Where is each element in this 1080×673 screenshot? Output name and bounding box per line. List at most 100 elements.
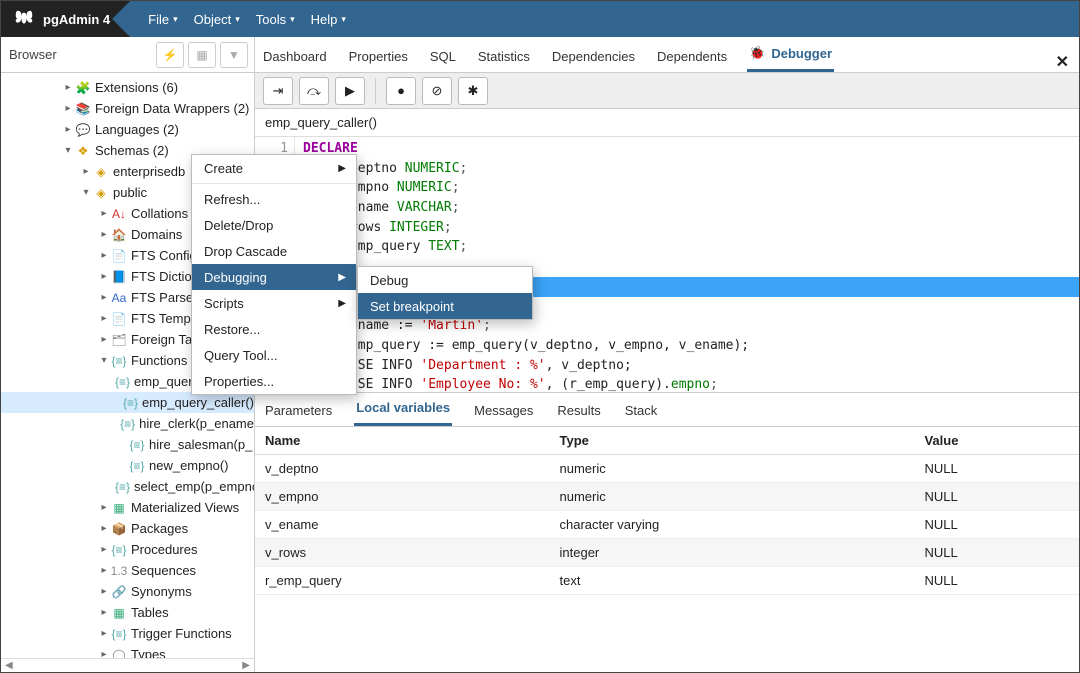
tree-twisty-icon[interactable]: ▾ — [97, 355, 111, 366]
tree-node[interactable]: {≡}new_empno() — [1, 455, 254, 476]
tree-node[interactable]: ▸🧩Extensions (6) — [1, 77, 254, 98]
menu-item-set-breakpoint[interactable]: Set breakpoint — [358, 293, 532, 319]
tree-twisty-icon[interactable]: ▾ — [61, 145, 75, 156]
tree-node[interactable]: ▸1.3Sequences — [1, 560, 254, 581]
code-line[interactable]: v_rows INTEGER; — [303, 218, 1079, 238]
tree-twisty-icon[interactable]: ▸ — [97, 607, 111, 618]
tree-node[interactable]: {≡}hire_clerk(p_ename — [1, 413, 254, 434]
menu-help[interactable]: Help▾ — [311, 12, 346, 27]
code-line[interactable]: v_empno NUMERIC; — [303, 178, 1079, 198]
tab-debugger[interactable]: 🐞 Debugger — [747, 39, 834, 72]
tree-node[interactable]: {≡}hire_salesman(p_ — [1, 434, 254, 455]
step-into-button[interactable]: ⇥ — [263, 77, 293, 105]
menu-item-debug[interactable]: Debug — [358, 267, 532, 293]
tree-twisty-icon[interactable]: ▸ — [97, 250, 111, 261]
grid-button[interactable]: ▦ — [188, 42, 216, 68]
tree-twisty-icon[interactable]: ▸ — [97, 271, 111, 282]
cell: v_deptno — [255, 455, 550, 483]
tree-node[interactable]: ▸📦Packages — [1, 518, 254, 539]
tree-node[interactable]: ▸{≡}Trigger Functions — [1, 623, 254, 644]
tab-dashboard[interactable]: Dashboard — [261, 43, 329, 72]
horizontal-scrollbar[interactable]: ◀▶ — [1, 658, 254, 672]
debug-tab-local-variables[interactable]: Local variables — [354, 394, 452, 426]
tree-twisty-icon[interactable]: ▸ — [61, 103, 75, 114]
tab-sql[interactable]: SQL — [428, 43, 458, 72]
tree-twisty-icon[interactable]: ▸ — [97, 628, 111, 639]
tree-twisty-icon[interactable]: ▸ — [97, 649, 111, 658]
tab-dependents[interactable]: Dependents — [655, 43, 729, 72]
tree-node[interactable]: ▸📚Foreign Data Wrappers (2) — [1, 98, 254, 119]
debug-tab-stack[interactable]: Stack — [623, 397, 660, 426]
tree-node[interactable]: ▸💬Languages (2) — [1, 119, 254, 140]
menu-item-create[interactable]: Create▶ — [192, 155, 356, 181]
filter-button[interactable]: ▼ — [220, 42, 248, 68]
table-row[interactable]: v_enamecharacter varyingNULL — [255, 511, 1079, 539]
stop-button[interactable]: ✱ — [458, 77, 488, 105]
tree-node[interactable]: ▸🔗Synonyms — [1, 581, 254, 602]
menu-item-query-tool-[interactable]: Query Tool... — [192, 342, 356, 368]
tree-twisty-icon[interactable]: ▸ — [97, 292, 111, 303]
tab-properties[interactable]: Properties — [347, 43, 410, 72]
tree-node[interactable]: ▸▦Tables — [1, 602, 254, 623]
step-over-button[interactable]: ⤼ — [299, 77, 329, 105]
tree-node[interactable]: ▸◯Types — [1, 644, 254, 658]
menu-item-properties-[interactable]: Properties... — [192, 368, 356, 394]
continue-button[interactable]: ▶ — [335, 77, 365, 105]
cell: NULL — [914, 511, 1079, 539]
tree-node[interactable]: ▸▦Materialized Views — [1, 497, 254, 518]
code-line[interactable]: RAISE INFO 'Employee No: %', (r_emp_quer… — [303, 375, 1079, 392]
code-line[interactable]: r_emp_query := emp_query(v_deptno, v_emp… — [303, 336, 1079, 356]
menu-item-scripts[interactable]: Scripts▶ — [192, 290, 356, 316]
tab-statistics[interactable]: Statistics — [476, 43, 532, 72]
menu-object[interactable]: Object▾ — [194, 12, 240, 27]
code-line[interactable]: v_deptno NUMERIC; — [303, 159, 1079, 179]
menu-item-restore-[interactable]: Restore... — [192, 316, 356, 342]
tree-node[interactable]: ▸{≡}Procedures — [1, 539, 254, 560]
menu-item-delete-drop[interactable]: Delete/Drop — [192, 212, 356, 238]
menu-item-debugging[interactable]: Debugging▶ — [192, 264, 356, 290]
tree-twisty-icon[interactable]: ▸ — [97, 313, 111, 324]
tree-node[interactable]: {≡}select_emp(p_empno — [1, 476, 254, 497]
tree-twisty-icon[interactable]: ▸ — [97, 229, 111, 240]
tree-twisty-icon[interactable]: ▸ — [61, 82, 75, 93]
debug-tab-results[interactable]: Results — [555, 397, 602, 426]
clear-breakpoints-button[interactable]: ⊘ — [422, 77, 452, 105]
code-area[interactable]: DECLARE v_deptno NUMERIC; v_empno NUMERI… — [295, 137, 1079, 392]
tree-twisty-icon[interactable]: ▸ — [97, 208, 111, 219]
debug-tab-parameters[interactable]: Parameters — [263, 397, 334, 426]
tree-twisty-icon[interactable]: ▸ — [97, 586, 111, 597]
debugging-submenu[interactable]: DebugSet breakpoint — [357, 266, 533, 320]
table-row[interactable]: v_rowsintegerNULL — [255, 539, 1079, 567]
menu-file[interactable]: File▾ — [148, 12, 177, 27]
menu-item-refresh-[interactable]: Refresh... — [192, 186, 356, 212]
chevron-right-icon: ▶ — [338, 272, 346, 283]
menu-tools[interactable]: Tools▾ — [256, 12, 295, 27]
code-line[interactable]: RAISE INFO 'Department : %', v_deptno; — [303, 356, 1079, 376]
table-row[interactable]: v_empnonumericNULL — [255, 483, 1079, 511]
tree-twisty-icon[interactable]: ▸ — [79, 166, 93, 177]
menu-item-drop-cascade[interactable]: Drop Cascade — [192, 238, 356, 264]
code-line[interactable]: DECLARE — [303, 139, 1079, 159]
debug-tab-messages[interactable]: Messages — [472, 397, 535, 426]
tree-label: Domains — [129, 227, 182, 242]
tree-twisty-icon[interactable]: ▸ — [97, 502, 111, 513]
elephant-icon — [13, 8, 35, 30]
table-row[interactable]: v_deptnonumericNULL — [255, 455, 1079, 483]
tree-node[interactable]: {≡}emp_query_caller() — [1, 392, 254, 413]
refresh-tree-button[interactable]: ⚡ — [156, 42, 184, 68]
tree-twisty-icon[interactable]: ▸ — [97, 523, 111, 534]
tree-twisty-icon[interactable]: ▸ — [61, 124, 75, 135]
context-menu[interactable]: Create▶ Refresh...Delete/DropDrop Cascade… — [191, 154, 357, 395]
tree-twisty-icon[interactable]: ▸ — [97, 544, 111, 555]
code-line[interactable]: v_ename VARCHAR; — [303, 198, 1079, 218]
tree-twisty-icon[interactable]: ▾ — [79, 187, 93, 198]
main-menu: File▾ Object▾ Tools▾ Help▾ — [148, 12, 346, 27]
close-tab-icon[interactable]: ✕ — [1056, 52, 1069, 72]
tab-dependencies[interactable]: Dependencies — [550, 43, 637, 72]
code-editor[interactable]: 1 DECLARE v_deptno NUMERIC; v_empno NUME… — [255, 137, 1079, 393]
tree-twisty-icon[interactable]: ▸ — [97, 565, 111, 576]
tree-twisty-icon[interactable]: ▸ — [97, 334, 111, 345]
toggle-breakpoint-button[interactable]: ● — [386, 77, 416, 105]
table-row[interactable]: r_emp_querytextNULL — [255, 567, 1079, 595]
code-line[interactable]: r_emp_query TEXT; — [303, 237, 1079, 257]
